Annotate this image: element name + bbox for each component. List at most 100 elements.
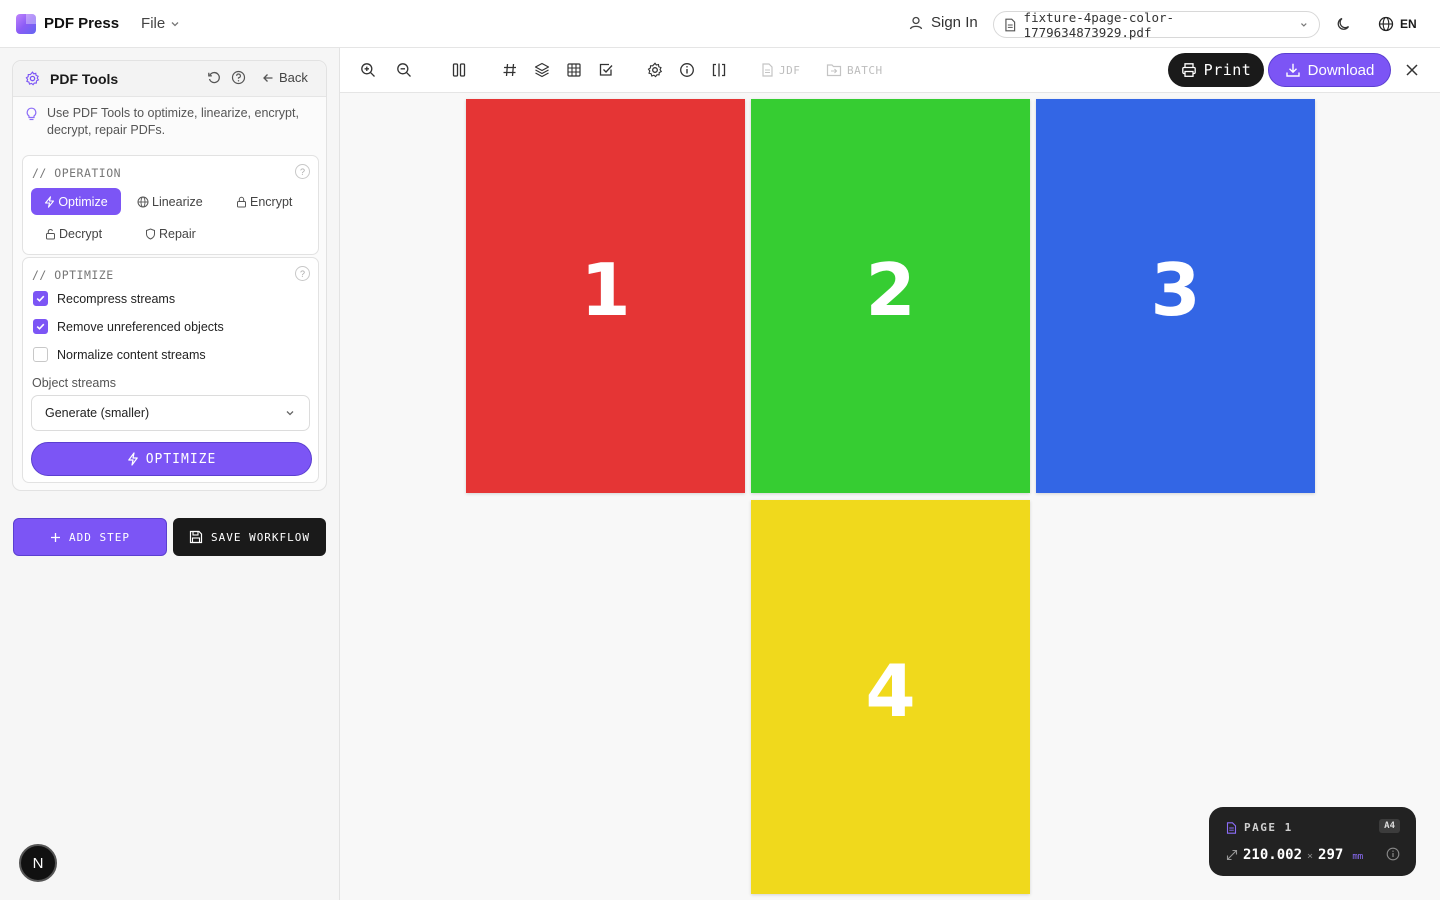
- download-button[interactable]: Download: [1268, 53, 1391, 87]
- printer-icon: [1181, 63, 1196, 77]
- object-streams-select[interactable]: Generate (smaller): [31, 395, 310, 431]
- n-badge[interactable]: N: [19, 844, 57, 882]
- tools-hint: Use PDF Tools to optimize, linearize, en…: [13, 97, 326, 139]
- save-icon: [189, 530, 203, 544]
- page-size-badge: A4: [1379, 819, 1400, 833]
- brand[interactable]: PDF Press: [16, 13, 120, 34]
- pdf-tools-panel: PDF Tools Back Use PDF Tools to optimize…: [12, 60, 327, 491]
- help-icon[interactable]: [231, 70, 246, 85]
- checkbox-unchecked[interactable]: [33, 347, 48, 362]
- optimize-button-label: OPTIMIZE: [145, 451, 217, 467]
- bolt-icon: [127, 452, 138, 466]
- hint-text: Use PDF Tools to optimize, linearize, en…: [47, 106, 299, 137]
- plus-icon: [51, 532, 60, 542]
- operation-linearize-label: Linearize: [152, 194, 203, 209]
- page-number: 1: [580, 248, 631, 332]
- chevron-down-icon: [286, 411, 294, 416]
- close-icon[interactable]: [1405, 63, 1419, 77]
- option-recompress-streams[interactable]: Recompress streams: [33, 291, 175, 306]
- globe-icon: [137, 196, 149, 207]
- page-unit: mm: [1352, 852, 1364, 862]
- jdf-button[interactable]: JDF: [761, 63, 800, 77]
- theme-toggle[interactable]: [1336, 16, 1352, 32]
- settings-icon[interactable]: [647, 62, 663, 78]
- object-streams-value: Generate (smaller): [45, 406, 150, 420]
- reset-icon[interactable]: [207, 71, 221, 85]
- option-normalize-content[interactable]: Normalize content streams: [33, 347, 206, 362]
- operation-encrypt[interactable]: Encrypt: [230, 188, 298, 215]
- zoom-in-icon[interactable]: [360, 62, 376, 78]
- check-icon: [36, 295, 45, 302]
- dimension-separator: ×: [1307, 851, 1314, 862]
- checkbox-checked[interactable]: [33, 319, 48, 334]
- page-height: 297: [1318, 847, 1344, 863]
- language-selector[interactable]: EN: [1378, 16, 1417, 32]
- page-number: 4: [865, 649, 916, 733]
- operation-encrypt-label: Encrypt: [250, 194, 293, 209]
- grid-icon[interactable]: [566, 62, 582, 78]
- checkbox-checked[interactable]: [33, 291, 48, 306]
- optimize-section: // OPTIMIZE ? Recompress streams Remove …: [22, 257, 319, 483]
- columns-icon[interactable]: [451, 62, 467, 78]
- help-icon[interactable]: ?: [295, 164, 310, 179]
- operation-repair[interactable]: Repair: [139, 220, 202, 247]
- add-step-label: ADD STEP: [69, 530, 130, 544]
- zoom-out-icon[interactable]: [396, 62, 412, 78]
- shield-icon: [146, 227, 155, 240]
- page-dimensions: 210.002 × 297 mm: [1226, 847, 1363, 863]
- operation-linearize[interactable]: Linearize: [131, 188, 209, 215]
- file-selector[interactable]: fixture-4page-color-1779634873929.pdf: [993, 10, 1320, 40]
- sign-in-button[interactable]: Sign In: [908, 14, 978, 31]
- unlock-icon: [46, 228, 55, 239]
- resize-icon: [1226, 849, 1238, 861]
- file-icon: [1005, 18, 1016, 31]
- page-thumbnail-1[interactable]: 1: [466, 99, 745, 493]
- print-label: Print: [1203, 61, 1252, 79]
- sign-in-label: Sign In: [931, 14, 978, 31]
- user-icon: [909, 16, 923, 29]
- page-thumbnail-4[interactable]: 4: [751, 500, 1030, 894]
- add-step-button[interactable]: ADD STEP: [13, 518, 167, 556]
- option-remove-unreferenced[interactable]: Remove unreferenced objects: [33, 319, 224, 334]
- lock-icon: [237, 196, 246, 207]
- info-icon[interactable]: [679, 62, 695, 78]
- checkbox-icon[interactable]: [598, 62, 614, 78]
- download-label: Download: [1307, 61, 1375, 79]
- file-menu[interactable]: File: [141, 15, 181, 32]
- object-streams-label: Object streams: [32, 376, 117, 390]
- page-thumbnail-2[interactable]: 2: [751, 99, 1030, 493]
- app-name: PDF Press: [44, 15, 120, 32]
- optimize-button[interactable]: OPTIMIZE: [31, 442, 312, 476]
- option-label: Normalize content streams: [57, 347, 206, 362]
- operation-optimize[interactable]: Optimize: [31, 188, 121, 215]
- operation-optimize-label: Optimize: [58, 194, 108, 209]
- layers-icon[interactable]: [534, 62, 550, 78]
- operation-decrypt[interactable]: Decrypt: [39, 220, 108, 247]
- page-info-panel: PAGE 1 A4 210.002 × 297 mm: [1209, 807, 1416, 876]
- chevron-down-icon: [171, 21, 179, 26]
- jdf-label: JDF: [779, 63, 801, 77]
- page-number: 3: [1150, 248, 1201, 332]
- bolt-icon: [45, 195, 55, 208]
- operation-label: // OPERATION: [32, 166, 122, 180]
- info-icon[interactable]: [1386, 847, 1400, 861]
- print-button[interactable]: Print: [1168, 53, 1264, 87]
- page-number: 2: [865, 248, 916, 332]
- save-workflow-button[interactable]: SAVE WORKFLOW: [173, 518, 326, 556]
- batch-button[interactable]: BATCH: [826, 63, 883, 77]
- globe-icon: [1378, 16, 1394, 32]
- arrow-left-icon: [263, 73, 273, 82]
- check-icon: [36, 323, 45, 330]
- compare-icon[interactable]: [711, 62, 727, 78]
- help-icon[interactable]: ?: [295, 266, 310, 281]
- option-label: Recompress streams: [57, 291, 176, 306]
- panel-title: PDF Tools: [50, 70, 119, 87]
- hash-icon[interactable]: [502, 62, 518, 78]
- page-thumbnail-3[interactable]: 3: [1036, 99, 1315, 493]
- n-badge-label: N: [32, 854, 44, 872]
- back-label: Back: [279, 70, 308, 85]
- page-info-label: PAGE 1: [1244, 821, 1293, 834]
- chevron-down-icon: [1301, 22, 1307, 27]
- panel-header: PDF Tools Back: [13, 61, 326, 97]
- back-button[interactable]: Back: [262, 70, 308, 85]
